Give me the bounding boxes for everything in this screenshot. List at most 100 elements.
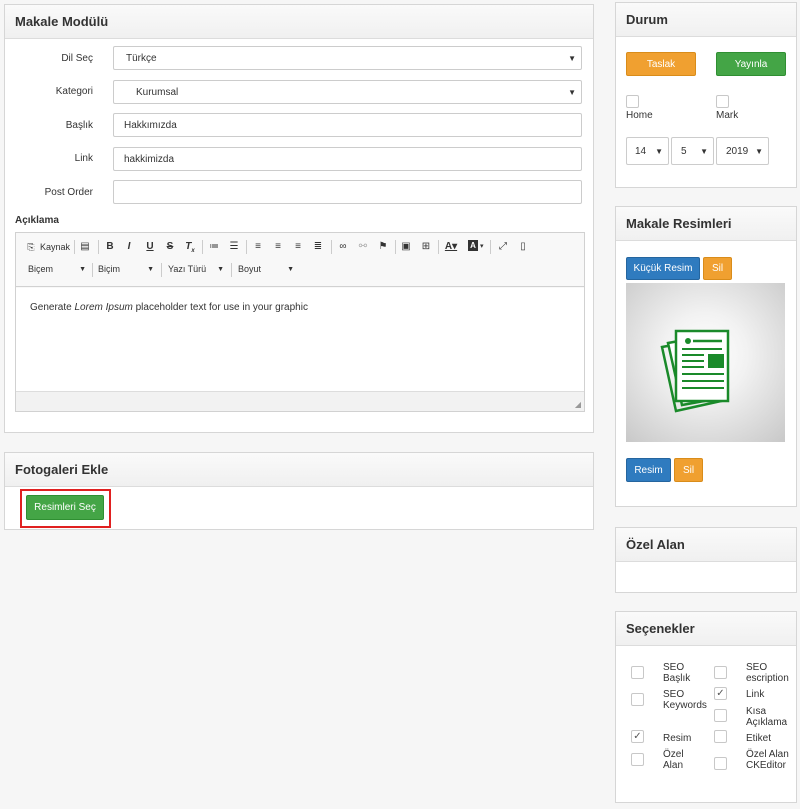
chevron-down-icon: ▼ [568,54,576,63]
option-custom-field-checkbox[interactable] [631,753,644,766]
day-select[interactable]: 14 ▼ [626,137,669,165]
italic-icon[interactable]: I [122,240,136,254]
mark-checkbox[interactable] [716,95,729,108]
option-custom-field-ckeditor-checkbox[interactable] [714,757,727,770]
bulleted-list-icon[interactable]: ☰ [227,240,241,254]
home-checkbox[interactable] [626,95,639,108]
month-select[interactable]: 5 ▼ [671,137,714,165]
delete-image-button[interactable]: Sil [674,458,703,482]
editor-toolbar: ⎘ Kaynak ▤ B I U S Tx ≔ ☰ ≡ ≡ ≡ ≣ ∞ ⚯ ⚑ … [16,233,584,287]
strikethrough-icon[interactable]: S [163,240,177,254]
option-image-label: Resim [663,733,692,744]
chevron-down-icon: ▼ [147,265,154,273]
year-select[interactable]: 2019 ▼ [716,137,769,165]
combo-format[interactable]: Biçim ▼ [98,264,154,274]
underline-icon[interactable]: U [143,240,157,254]
lang-select-value: Türkçe [126,52,157,64]
link-icon[interactable]: ∞ [336,240,350,254]
editor-content-area[interactable]: Generate Lorem Ipsum placeholder text fo… [16,288,584,391]
draft-button[interactable]: Taslak [626,52,696,76]
resize-handle-icon[interactable]: ◢ [575,400,581,409]
article-images-title: Makale Resimleri [616,207,796,241]
title-label: Başlık [65,120,93,131]
small-image-button[interactable]: Küçük Resim [626,257,700,280]
show-blocks-icon[interactable]: ▯ [516,240,530,254]
unlink-icon[interactable]: ⚯ [356,240,370,254]
home-label: Home [626,110,653,121]
option-tag-checkbox[interactable] [714,730,727,743]
chevron-down-icon: ▼ [700,147,708,156]
chevron-down-icon: ▼ [79,265,86,273]
combo-styles[interactable]: Biçem ▼ [28,264,86,274]
description-label: Açıklama [15,215,59,226]
link-input[interactable]: hakkimizda [113,147,582,171]
source-button-label[interactable]: Kaynak [40,242,70,252]
chevron-down-icon: ▼ [568,88,576,97]
article-image-preview [626,283,785,442]
align-left-icon[interactable]: ≡ [251,240,265,254]
align-center-icon[interactable]: ≡ [271,240,285,254]
option-tag-label: Etiket [746,733,772,744]
category-select-value: Kurumsal [136,86,179,98]
align-right-icon[interactable]: ≡ [291,240,305,254]
article-module-panel: Makale Modülü Dil Seç Türkçe ▼ Kategori … [4,4,594,433]
option-image-checkbox[interactable]: ✓ [631,730,644,743]
category-label: Kategori [55,86,93,97]
publish-button[interactable]: Yayınla [716,52,786,76]
option-link-label: Link [746,689,765,700]
lang-select[interactable]: Türkçe ▼ [113,46,582,70]
category-select[interactable]: Kurumsal ▼ [113,80,582,104]
link-label: Link [74,153,93,164]
option-seo-description-label: SEO escription [746,662,789,684]
option-seo-description-checkbox[interactable] [714,666,727,679]
chevron-down-icon: ▼ [217,265,224,273]
chevron-down-icon: ▼ [655,147,663,156]
maximize-icon[interactable]: ⤢ [496,240,510,254]
option-short-description-checkbox[interactable] [714,709,727,722]
gallery-title: Fotogaleri Ekle [5,453,593,487]
numbered-list-icon[interactable]: ≔ [207,240,221,254]
option-seo-keywords-label: SEO Keywords [663,689,707,711]
document-icon [660,329,730,413]
text-color-icon[interactable]: A▾ [444,240,458,254]
custom-field-title: Özel Alan [616,528,796,562]
align-justify-icon[interactable]: ≣ [311,240,325,254]
remove-format-icon[interactable]: Tx [183,240,197,254]
combo-size[interactable]: Boyut ▼ [238,264,294,274]
source-icon[interactable]: ⎘ [24,240,38,254]
templates-icon[interactable]: ▤ [78,240,92,254]
bold-icon[interactable]: B [103,240,117,254]
image-button[interactable]: Resim [626,458,671,482]
rich-text-editor: ⎘ Kaynak ▤ B I U S Tx ≔ ☰ ≡ ≡ ≡ ≣ ∞ ⚯ ⚑ … [15,232,585,412]
mark-label: Mark [716,110,739,121]
option-seo-title-label: SEO Başlık [663,662,691,684]
chevron-down-icon: ▼ [755,147,763,156]
article-module-title: Makale Modülü [5,5,593,39]
option-custom-field-ckeditor-label: Özel Alan CKEditor [746,749,789,771]
image-icon[interactable]: ▣ [399,240,413,254]
post-order-label: Post Order [44,187,93,198]
select-images-button[interactable]: Resimleri Seç [26,495,104,520]
table-icon[interactable]: ⊞ [419,240,433,254]
post-order-input[interactable] [113,180,582,204]
delete-small-image-button[interactable]: Sil [703,257,732,280]
option-link-checkbox[interactable]: ✓ [714,687,727,700]
lang-label: Dil Seç [61,53,93,64]
option-seo-title-checkbox[interactable] [631,666,644,679]
custom-field-panel: Özel Alan [615,527,797,593]
status-panel: Durum Taslak Yayınla Home Mark 14 ▼ 5 ▼ 20… [615,2,797,188]
chevron-down-icon: ▼ [287,265,294,273]
status-title: Durum [616,3,796,37]
options-panel: Seçenekler SEO Başlık SEO escription SEO… [615,611,797,803]
background-color-icon[interactable]: A [468,240,478,251]
anchor-flag-icon[interactable]: ⚑ [376,240,390,254]
option-short-description-label: Kısa Açıklama [746,706,788,728]
options-title: Seçenekler [616,612,796,646]
gallery-panel: Fotogaleri Ekle Resimleri Seç [4,452,594,530]
chevron-down-icon[interactable]: ▾ [480,242,484,250]
option-seo-keywords-checkbox[interactable] [631,693,644,706]
title-input[interactable]: Hakkımızda [113,113,582,137]
article-images-panel: Makale Resimleri Küçük Resim Sil Resim S… [615,206,797,507]
combo-font[interactable]: Yazı Türü ▼ [168,264,224,274]
editor-statusbar: ◢ [16,391,584,411]
